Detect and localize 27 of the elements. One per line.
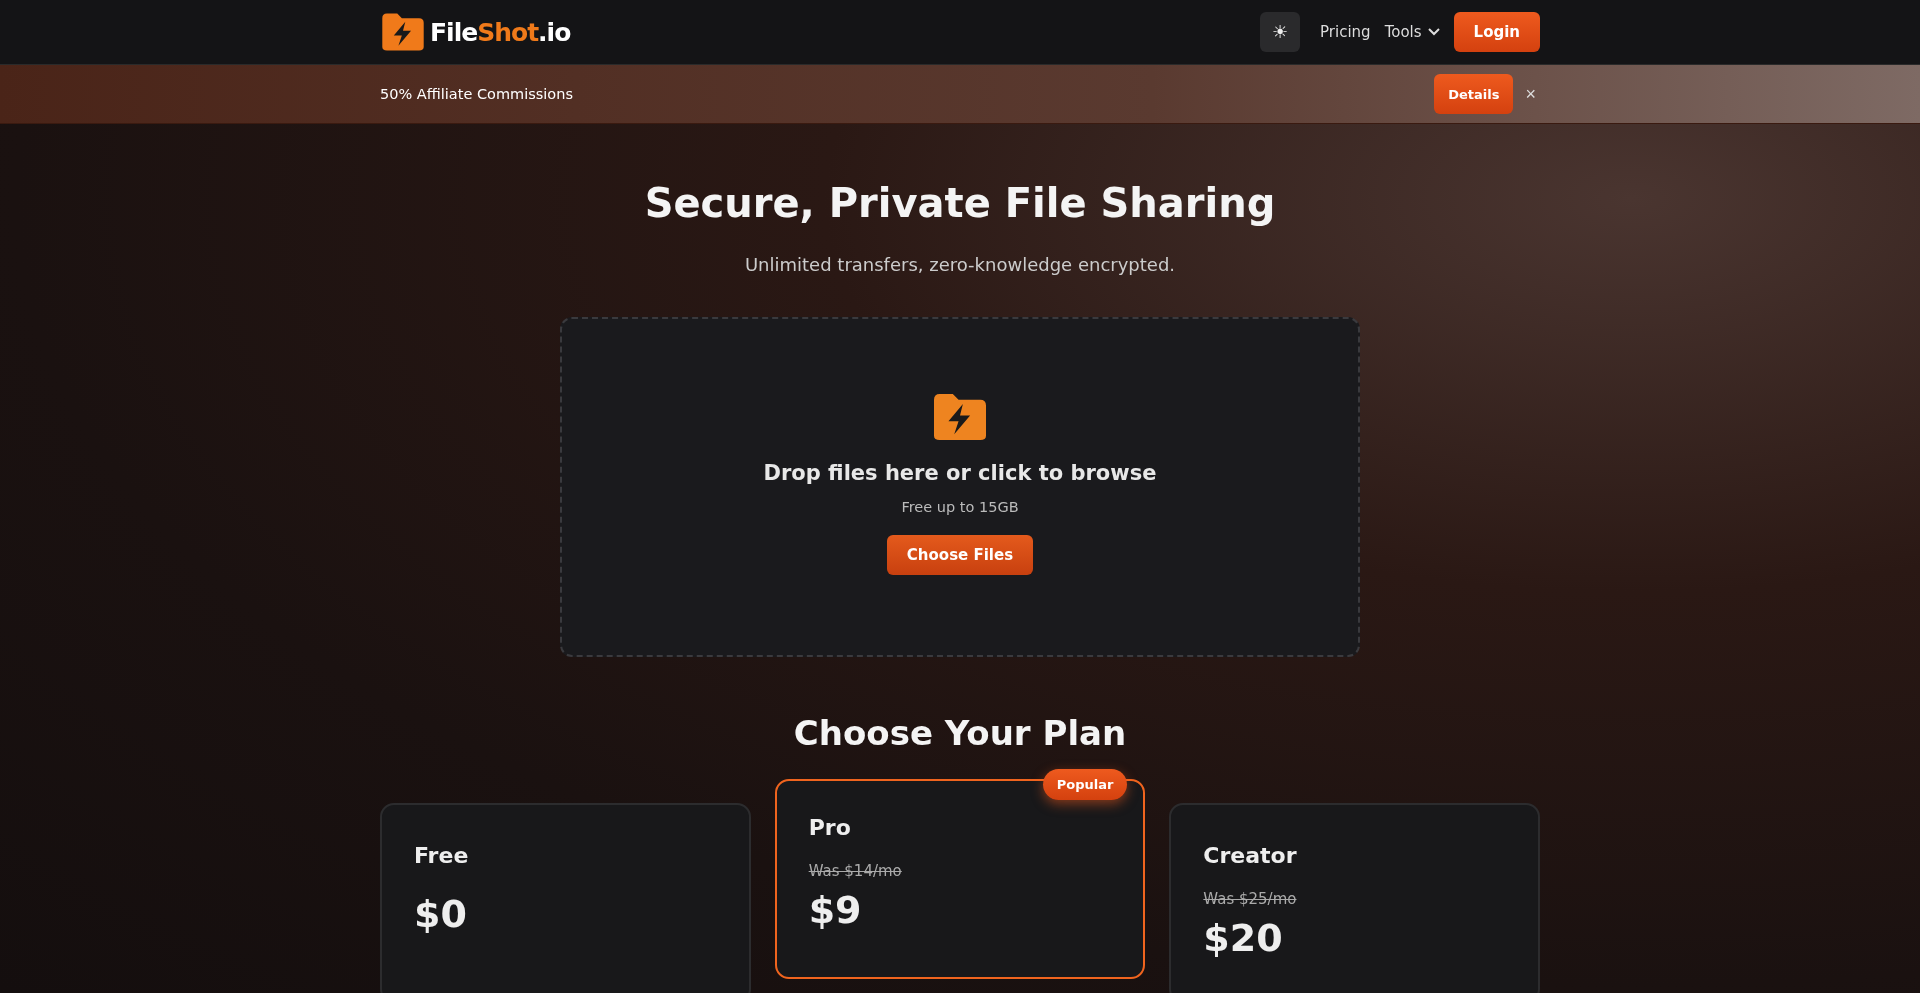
folder-bolt-icon — [380, 11, 426, 53]
theme-toggle-button[interactable]: ☀ — [1260, 12, 1301, 52]
caret-icon — [1427, 28, 1440, 36]
drop-title: Drop files here or click to browse — [763, 461, 1157, 485]
choose-files-button[interactable]: Choose Files — [886, 535, 1034, 575]
old-price: Was $25/mo — [1203, 890, 1298, 908]
popular-badge: Popular — [1042, 769, 1128, 800]
drop-note: Free up to 15GB — [901, 499, 1019, 515]
old-price: Was $14/mo — [808, 862, 903, 880]
close-button[interactable]: × — [1521, 83, 1540, 105]
plan-price: $20 — [1203, 916, 1284, 960]
plan-name: Creator — [1203, 843, 1298, 868]
hero-subtitle: Unlimited transfers, zero-knowledge encrypted. — [744, 254, 1176, 275]
banner-text: 50% Affiliate Commissions — [380, 86, 573, 102]
plan-price: $0 — [414, 892, 468, 936]
plan-name: Pro — [808, 815, 852, 840]
nav-link[interactable]: Pricing — [1320, 23, 1371, 41]
hero-title: Secure, Private File Sharing — [644, 180, 1276, 226]
tools-menu[interactable]: Tools — [1384, 23, 1440, 41]
plans-title: Choose Your Plan — [793, 713, 1127, 753]
plan-name: Free — [414, 843, 470, 868]
folder-bolt-icon — [931, 391, 989, 443]
login-button[interactable]: Login — [1453, 12, 1540, 52]
plan-price: $9 — [808, 888, 863, 932]
logo-text[interactable]: FileShot.io — [430, 17, 571, 47]
details-button[interactable]: Details — [1434, 74, 1514, 114]
drop-zone[interactable]: Drop files here or click to browse Free up to 15GB Choose Files — [560, 317, 1360, 657]
